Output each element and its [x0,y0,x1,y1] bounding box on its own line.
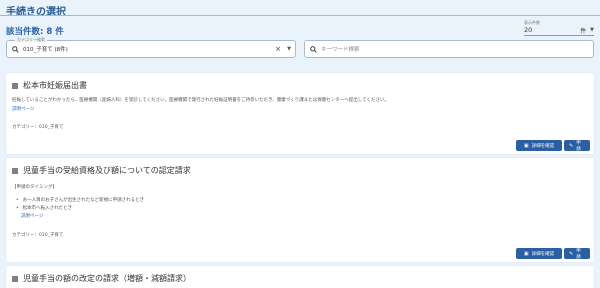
list-item: お一人目のお子さんが出生されたなど新規に申請されるとき [16,197,145,203]
detail-button[interactable]: ▣ 詳細を確認 [516,248,562,259]
procedure-card: 児童手当の受給資格及び額についての認定請求 【申請のタイミング】 お一人目のお子… [6,158,594,262]
detail-button[interactable]: ▣ 詳細を確認 [516,140,562,151]
square-icon [12,82,18,89]
detail-icon: ▣ [523,142,529,149]
card-title: 児童手当の額の改定の請求（増額・減額請求） [12,273,191,284]
card-category: カテゴリー：010_子育て [12,125,64,130]
detail-button-label: 詳細を確認 [531,143,555,149]
procedure-card: 児童手当の額の改定の請求（増額・減額請求） [6,266,594,288]
card-title: 児童手当の受給資格及び額についての認定請求 [12,165,191,176]
description-page-link[interactable]: 説明ページ [21,213,43,219]
application-timing-heading: 【申請のタイミング】 [12,185,57,190]
per-page-value: 20 [524,26,533,34]
apply-button[interactable]: ✎ 申請 [564,140,590,152]
category-select-value: 010_子育て (8件) [23,47,68,53]
square-icon [12,275,18,282]
card-title-text: 松本市妊娠届出書 [23,81,87,90]
card-title-text: 児童手当の額の改定の請求（増額・減額請求） [23,274,191,283]
card-title: 松本市妊娠届出書 [12,80,87,91]
per-page-unit: 件 [580,27,587,35]
list-item: 松本市へ転入されたとき [16,205,73,211]
description-page-link[interactable]: 説明ページ [12,106,34,112]
category-select[interactable]: カテゴリー検索 010_子育て (8件) × ▼ [6,37,296,58]
procedure-card: 松本市妊娠届出書 妊娠していることがわかったら、医療機関（産婦人科）を受診してく… [6,73,594,154]
keyword-search-input[interactable]: キーワード検索 [321,45,593,53]
detail-icon: ▣ [523,250,529,257]
square-icon [12,167,18,174]
detail-button-label: 詳細を確認 [531,251,555,257]
apply-button-label: 申請 [576,248,581,260]
chevron-down-icon[interactable]: ▼ [283,46,295,52]
card-category: カテゴリー：010_子育て [12,233,64,238]
title-divider [0,15,600,16]
card-title-text: 児童手当の受給資格及び額についての認定請求 [23,166,191,175]
apply-button[interactable]: ✎ 申請 [564,248,590,260]
clear-icon[interactable]: × [273,45,283,53]
apply-button-label: 申請 [576,140,581,152]
chevron-down-icon[interactable]: ▼ [590,27,594,33]
card-description: 妊娠していることがわかったら、医療機関（産婦人科）を受診してください。医療機関で… [12,98,390,103]
keyword-search-field[interactable]: キーワード検索 [304,40,594,58]
pencil-icon: ✎ [569,250,574,257]
pencil-icon: ✎ [569,142,574,149]
result-count: 該当件数: 8 件 [6,27,64,37]
category-select-label: カテゴリー検索 [15,37,47,42]
per-page-select[interactable]: 表示件数 20 件 ▼ [524,20,594,36]
search-icon [305,45,321,53]
search-icon [7,45,23,53]
